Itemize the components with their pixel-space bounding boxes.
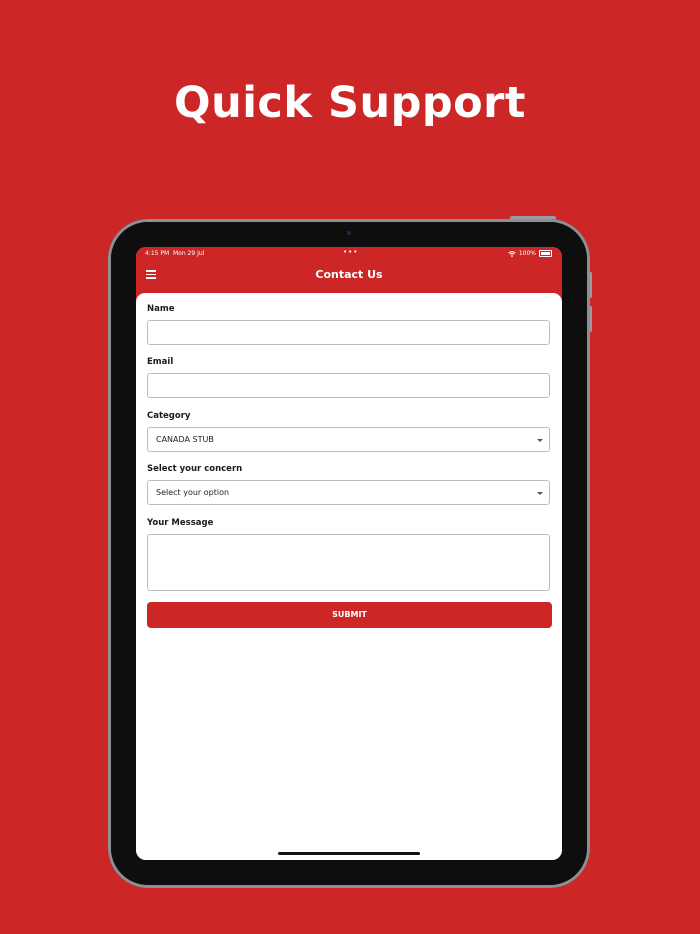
name-label: Name: [147, 304, 175, 314]
message-textarea[interactable]: [147, 534, 550, 591]
status-right: 100%: [508, 250, 552, 257]
email-label: Email: [147, 357, 174, 367]
message-label: Your Message: [147, 518, 214, 528]
category-value: CANADA STUB: [156, 435, 214, 444]
chevron-down-icon: [537, 439, 543, 442]
wifi-icon: [508, 250, 516, 257]
concern-value: Select your option: [156, 488, 230, 497]
contact-form: Name Email Category CANADA STUB Select y…: [136, 293, 562, 860]
email-field[interactable]: [147, 373, 550, 398]
multitasking-dots-icon[interactable]: •••: [343, 248, 358, 256]
camera-icon: [347, 231, 351, 235]
battery-percent: 100%: [518, 250, 536, 257]
name-field[interactable]: [147, 320, 550, 345]
status-date: Mon 29 Jul: [173, 250, 205, 257]
page-title: Contact Us: [315, 268, 383, 281]
status-time: 4:15 PM: [145, 250, 170, 257]
promo-headline: Quick Support: [174, 78, 526, 128]
app-screen: 4:15 PM Mon 29 Jul ••• 100% Contact Us N…: [136, 247, 562, 860]
category-label: Category: [147, 411, 191, 421]
battery-icon: [539, 250, 552, 257]
chevron-down-icon: [537, 492, 543, 495]
concern-label: Select your concern: [147, 464, 243, 474]
category-select[interactable]: CANADA STUB: [147, 427, 550, 452]
status-bar: 4:15 PM Mon 29 Jul ••• 100%: [136, 248, 562, 260]
home-indicator[interactable]: [278, 852, 420, 855]
submit-button[interactable]: SUBMIT: [147, 602, 552, 628]
concern-select[interactable]: Select your option: [147, 480, 550, 505]
